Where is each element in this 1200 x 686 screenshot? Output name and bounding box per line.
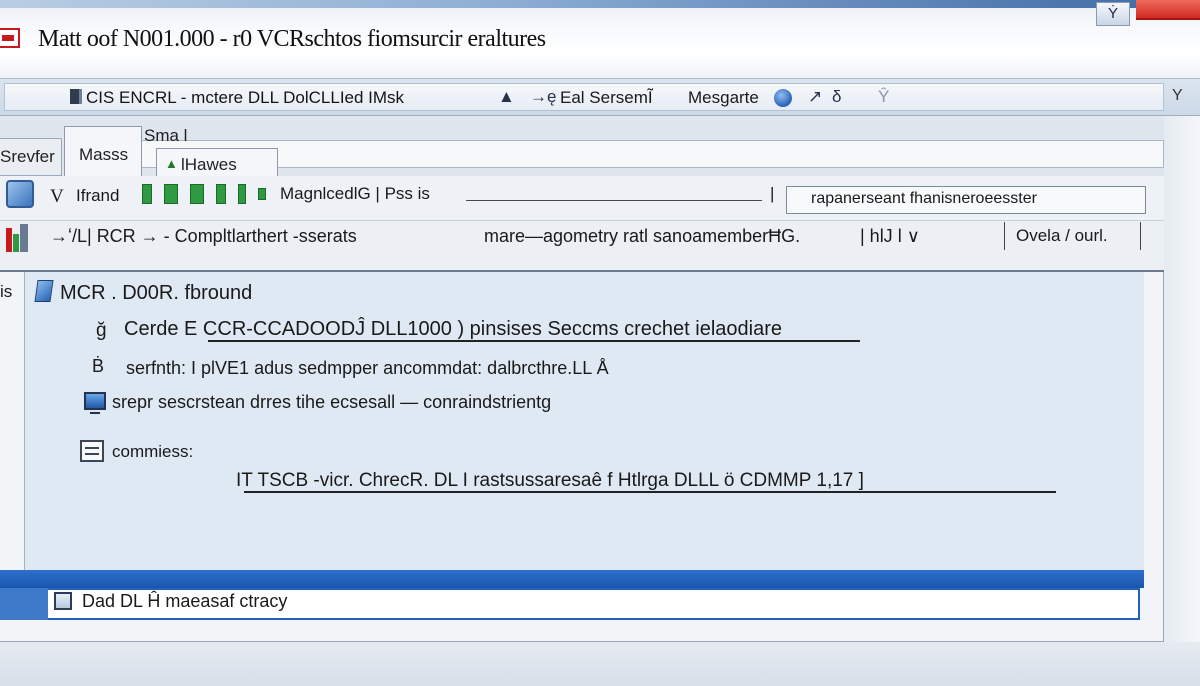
green-arrow-icon[interactable] [258, 188, 266, 200]
divider [1004, 222, 1005, 250]
tab-sma[interactable]: Sma l [144, 126, 187, 146]
triangle-icon[interactable]: ▲ [498, 87, 515, 107]
window-frame-right [1164, 116, 1200, 686]
command-text-1: →ʻ/L| RCR → - Compltlarthert -sserats [50, 226, 357, 246]
tree-item[interactable]: IT TSCB -vicr. ChrecR. DL I rastsussares… [236, 470, 864, 492]
tree-item[interactable]: Cerde E CCR-CCADOODĴ DLL1000 ) pinsises … [124, 318, 782, 341]
tree-view [24, 272, 1144, 570]
tree-item[interactable]: commiess: [112, 442, 193, 462]
tree-root[interactable]: MCR . D00R. fbround [60, 282, 252, 305]
tab-strip [142, 140, 1164, 168]
filter-prefix-label: Ifrand [76, 186, 120, 205]
green-button-3[interactable] [190, 184, 204, 204]
tab-hawes-label: lHawes [181, 155, 237, 174]
monitor-icon [84, 392, 106, 414]
tab-hawes[interactable]: ▲ lHawes [156, 148, 278, 178]
list-icon [80, 440, 104, 462]
stack-icon[interactable] [6, 224, 30, 254]
tab-masss[interactable]: Masss [64, 126, 142, 178]
overview-button[interactable]: Ovela / ourl. [1016, 226, 1108, 246]
document-icon [70, 89, 82, 104]
tree-item[interactable]: srepr sescrstean drres tihe ecsesall — c… [112, 392, 551, 413]
command-text-2: mare—agometry ratl sanoamemberĦG. [484, 226, 801, 246]
cursor-icon[interactable]: ↗ [808, 87, 822, 107]
status-band [0, 570, 1144, 588]
status-accent [0, 588, 48, 620]
green-toolbar [142, 184, 274, 206]
toolbar-path[interactable]: CIS ENCRL - mctere DLL DolCLLIed IMsk [86, 88, 404, 108]
command-dropdown[interactable]: | hlJ l ∨ [860, 226, 920, 247]
green-button-4[interactable] [216, 184, 226, 204]
window-title: Matt oof N001.000 - r0 VCRschtos fiomsur… [38, 26, 546, 52]
toolbar: CIS ENCRL - mctere DLL DolCLLIed IMsk ▲ … [0, 78, 1200, 116]
divider [1140, 222, 1141, 250]
green-button-1[interactable] [142, 184, 152, 204]
status-text: Dad DL Ĥ maeasaf ctracy [82, 591, 288, 611]
underline [244, 491, 1056, 493]
green-button-5[interactable] [238, 184, 246, 204]
title-bar: Matt oof N001.000 - r0 VCRschtos fiomsur… [0, 0, 1200, 78]
underline [208, 340, 860, 342]
folder-icon [34, 280, 54, 302]
toolbar-messages-label[interactable]: Mesgarte [688, 88, 759, 108]
minimize-button[interactable]: Ẏ [1096, 2, 1130, 26]
pin-icon: Ŷ [878, 87, 890, 106]
filter-v-label: V [50, 186, 64, 207]
gutter-label: is [0, 282, 13, 301]
tree-item-icon: ğ [96, 320, 107, 341]
filter-field-label: MagnlcedlG | Pss is [280, 184, 430, 203]
cube-icon[interactable] [6, 180, 34, 208]
green-button-2[interactable] [164, 184, 178, 204]
window-frame-bottom [0, 642, 1200, 686]
dropdown-icon[interactable]: Y [1172, 87, 1183, 105]
toolbar-search-label[interactable]: Eal SersemĨ [560, 88, 653, 108]
close-button[interactable] [1136, 0, 1200, 20]
filter-separator: | [770, 184, 775, 203]
filter-text-box[interactable]: rapanerseant fhanisneroeesster [786, 186, 1146, 214]
tree-item[interactable]: serfnth: I plVE1 adus sedmpper ancommdat… [126, 358, 609, 379]
status-icon [54, 592, 72, 610]
app-icon [0, 28, 20, 48]
globe-icon[interactable] [774, 89, 792, 107]
filter-input[interactable] [466, 200, 762, 201]
leaf-icon: ▲ [165, 156, 178, 171]
arrow-icon[interactable]: →ę [530, 87, 556, 107]
tab-row: Srevfer Masss Sma l ▲ lHawes [0, 116, 1200, 178]
refresh-icon[interactable]: δ [832, 87, 841, 107]
tab-server[interactable]: Srevfer [0, 138, 62, 176]
tree-item-icon: Ḃ [92, 356, 105, 376]
